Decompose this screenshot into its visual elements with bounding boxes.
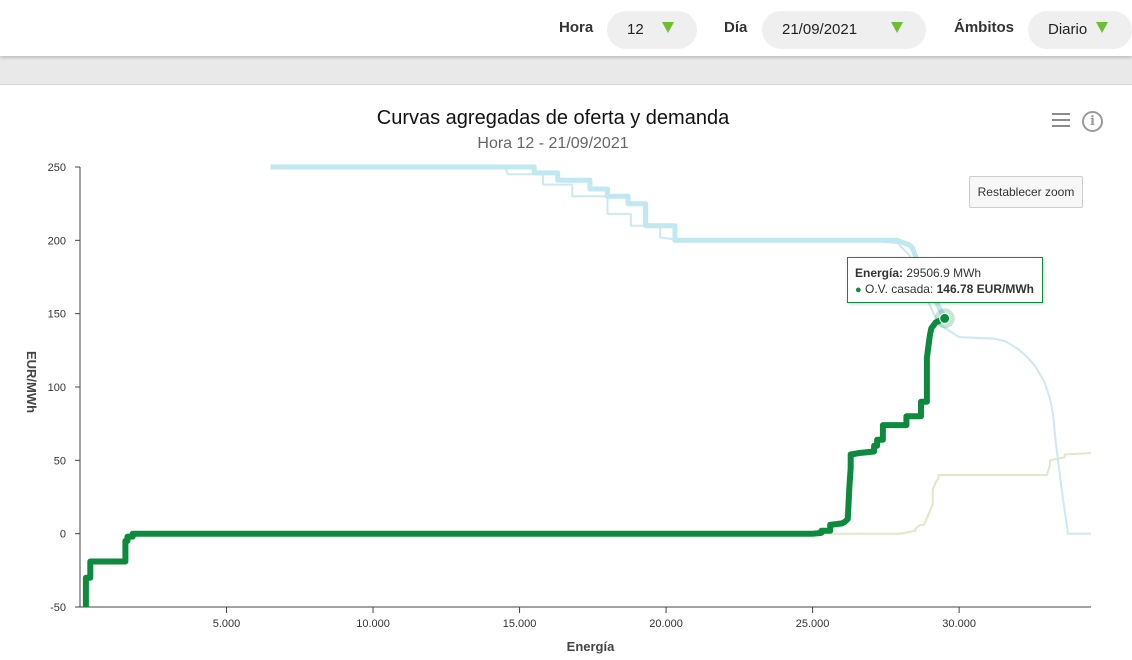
- series-line-ov-casada: [82, 315, 946, 607]
- chart-plot[interactable]: -50 0 50 100 150 200 250 5.000 10.000 15.000 20.00…: [0, 0, 1132, 659]
- x-tick-label: 5.000: [213, 618, 241, 630]
- series-dot-icon: ●: [855, 284, 862, 296]
- y-tick-label: 50: [54, 455, 66, 467]
- chart-tooltip: Energía: 29506.9 MWh ● O.V. casada: 146.…: [847, 257, 1043, 303]
- series-line-oc-no-casada: [503, 166, 1091, 535]
- tooltip-energy-value: 29506.9 MWh: [906, 266, 982, 280]
- x-tick-label: 15.000: [503, 618, 537, 630]
- y-tick-label: 0: [60, 529, 66, 541]
- x-tick-label: 30.000: [942, 618, 976, 630]
- dia-value: 21/09/2021: [782, 21, 858, 38]
- y-tick-label: 150: [48, 309, 66, 321]
- y-tick-label: 200: [48, 235, 66, 247]
- hora-value: 12: [627, 21, 644, 38]
- tooltip-series-label: O.V. casada:: [865, 282, 934, 296]
- y-tick-label: 250: [48, 162, 66, 174]
- x-tick-label: 20.000: [649, 618, 683, 630]
- hover-marker: [939, 312, 951, 324]
- x-axis-label: Energía: [567, 639, 615, 654]
- y-tick-label: -50: [50, 602, 66, 614]
- hora-select[interactable]: 12: [607, 11, 697, 49]
- dropdown-arrow-icon: [891, 22, 903, 33]
- ambitos-label: Ámbitos: [954, 19, 1014, 36]
- dropdown-arrow-icon: [1096, 22, 1108, 33]
- filter-bar: Hora 12 Día 21/09/2021 Ámbitos Diario: [0, 0, 1132, 56]
- x-tick-label: 10.000: [356, 618, 390, 630]
- series-line-ov-no-casada: [812, 452, 1092, 535]
- dropdown-arrow-icon: [662, 22, 674, 33]
- ambitos-value: Diario: [1048, 21, 1088, 38]
- y-axis-label: EUR/MWh: [24, 351, 39, 413]
- y-tick-label: 100: [48, 382, 66, 394]
- dia-select[interactable]: 21/09/2021: [762, 11, 926, 49]
- x-tick-label: 25.000: [796, 618, 830, 630]
- dia-label: Día: [724, 19, 748, 36]
- tooltip-energy-label: Energía:: [855, 266, 904, 280]
- hora-label: Hora: [559, 19, 594, 36]
- reset-zoom-button[interactable]: Restablecer zoom: [969, 176, 1083, 208]
- series-line-oc-casada: [270, 164, 947, 320]
- ambitos-select[interactable]: Diario: [1028, 11, 1132, 49]
- tooltip-series-value: 146.78 EUR/MWh: [936, 282, 1034, 296]
